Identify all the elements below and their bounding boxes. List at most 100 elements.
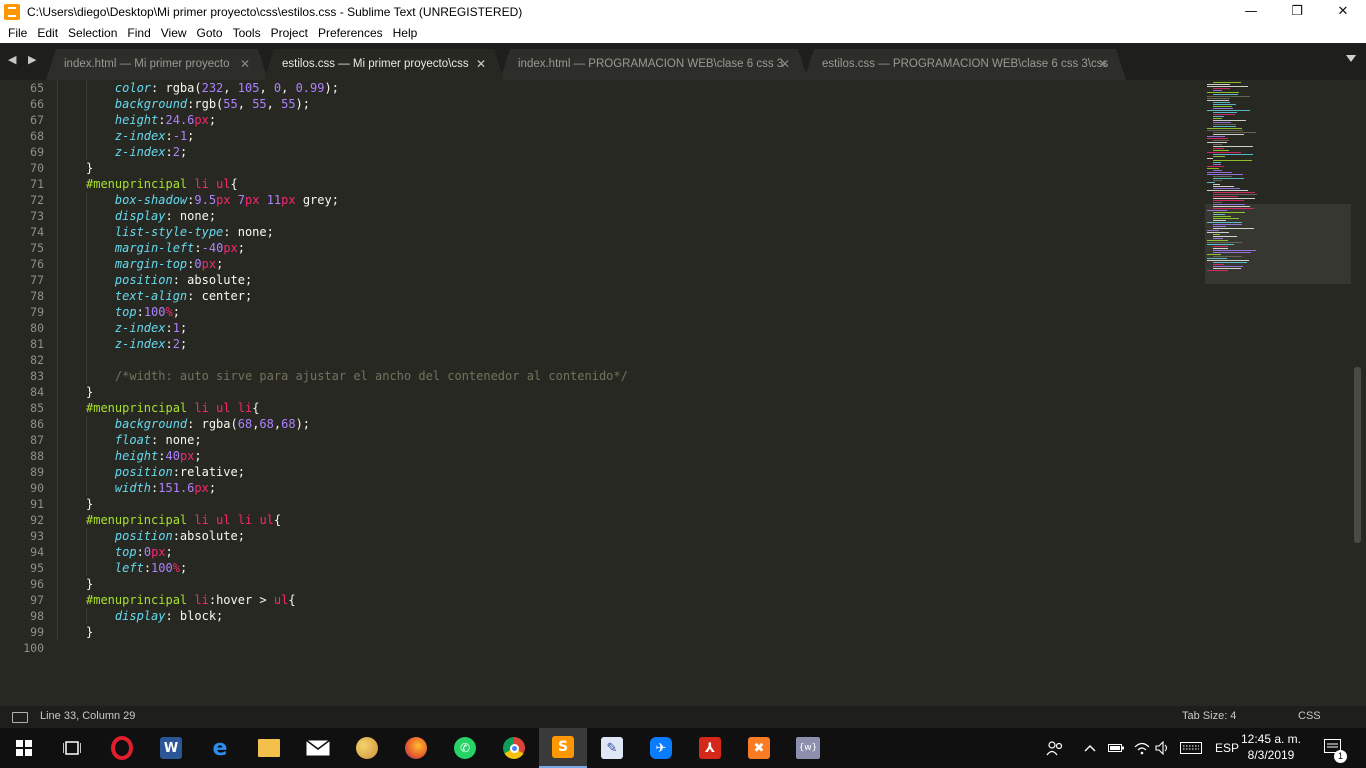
battery-icon[interactable] bbox=[1108, 728, 1124, 768]
sublime-text-icon bbox=[4, 3, 20, 20]
tab-size[interactable]: Tab Size: 4 bbox=[1182, 710, 1236, 722]
tab-close-icon[interactable]: ✕ bbox=[1098, 57, 1108, 71]
minimap-line bbox=[1213, 178, 1244, 179]
line-number: 92 bbox=[30, 513, 44, 527]
tab-estilos-css-mi-primer[interactable]: estilos.css — Mi primer proyecto\css ✕ bbox=[264, 49, 504, 80]
minimap-line bbox=[1213, 218, 1239, 219]
minimize-button[interactable]: — bbox=[1228, 0, 1274, 23]
line-number: 81 bbox=[30, 337, 44, 351]
menu-edit[interactable]: Edit bbox=[32, 26, 63, 40]
line-number: 91 bbox=[30, 497, 44, 511]
minimap-line bbox=[1213, 148, 1224, 149]
start-button[interactable] bbox=[0, 728, 48, 768]
taskbar-messenger[interactable]: ✈ bbox=[637, 728, 685, 768]
taskbar-acrobat[interactable]: ⅄ bbox=[686, 728, 734, 768]
code-line: position: absolute; bbox=[114, 273, 253, 287]
code-line: top:0px; bbox=[114, 545, 173, 559]
line-number: 79 bbox=[30, 305, 44, 319]
minimap-line bbox=[1213, 186, 1234, 187]
minimap-line bbox=[1213, 200, 1244, 201]
minimap-line bbox=[1207, 240, 1228, 241]
volume-icon[interactable] bbox=[1155, 728, 1171, 768]
taskbar-chrome[interactable] bbox=[490, 728, 538, 768]
taskbar-xampp[interactable]: ✖ bbox=[735, 728, 783, 768]
taskbar-sublime-text[interactable]: S bbox=[539, 728, 587, 768]
tab-nav-arrows[interactable]: ◀ ▶ bbox=[8, 53, 40, 66]
minimap-line bbox=[1207, 172, 1232, 173]
menu-selection[interactable]: Selection bbox=[63, 26, 122, 40]
minimap-line bbox=[1213, 214, 1225, 215]
notification-center-icon[interactable]: 1 bbox=[1324, 728, 1347, 768]
task-view-button[interactable] bbox=[48, 728, 96, 768]
minimap-line bbox=[1213, 220, 1226, 221]
chevron-up-icon[interactable] bbox=[1084, 728, 1096, 768]
tab-index-html-programacion[interactable]: index.html — PROGRAMACION WEB\clase 6 cs… bbox=[500, 49, 808, 80]
tab-close-icon[interactable]: ✕ bbox=[780, 57, 790, 71]
code-editor[interactable]: 65 66 67 68 69 70 71 72 73 74 75 76 77 7… bbox=[0, 80, 1366, 706]
input-language[interactable]: ESP bbox=[1215, 728, 1239, 768]
taskbar-mail[interactable] bbox=[294, 728, 342, 768]
code-line: color: rgba(232, 105, 0, 0.99); bbox=[114, 81, 339, 95]
wifi-icon[interactable] bbox=[1134, 728, 1150, 768]
menu-goto[interactable]: Goto bbox=[192, 26, 228, 40]
minimap-line bbox=[1207, 222, 1242, 223]
tab-close-icon[interactable]: ✕ bbox=[240, 57, 250, 71]
minimap-line bbox=[1207, 230, 1219, 231]
menu-preferences[interactable]: Preferences bbox=[313, 26, 388, 40]
maximize-button[interactable]: ❐ bbox=[1274, 0, 1320, 23]
taskbar-edge[interactable]: e bbox=[196, 728, 244, 768]
taskbar-editor-app[interactable]: ✎ bbox=[588, 728, 636, 768]
line-number: 95 bbox=[30, 561, 44, 575]
menu-find[interactable]: Find bbox=[122, 26, 155, 40]
minimap-line bbox=[1213, 224, 1242, 225]
minimap-line bbox=[1213, 162, 1221, 163]
tab-index-html-mi-primer[interactable]: index.html — Mi primer proyecto ✕ bbox=[46, 49, 268, 80]
code-line: margin-top:0px; bbox=[114, 257, 224, 271]
syntax-mode[interactable]: CSS bbox=[1298, 710, 1321, 722]
tab-dropdown-icon[interactable] bbox=[1346, 55, 1356, 62]
minimap-line bbox=[1207, 128, 1242, 129]
taskbar-whatsapp[interactable]: ✆ bbox=[441, 728, 489, 768]
menu-bar: File Edit Selection Find View Goto Tools… bbox=[0, 23, 1366, 43]
line-number: 85 bbox=[30, 401, 44, 415]
taskbar-paint[interactable] bbox=[343, 728, 391, 768]
minimap-line bbox=[1207, 210, 1227, 211]
close-button[interactable]: ✕ bbox=[1320, 0, 1366, 23]
minimap-line bbox=[1207, 166, 1224, 167]
minimap-line bbox=[1207, 182, 1215, 183]
vertical-scrollbar[interactable] bbox=[1354, 367, 1361, 543]
taskbar-firefox[interactable] bbox=[392, 728, 440, 768]
tab-estilos-css-programacion[interactable]: estilos.css — PROGRAMACION WEB\clase 6 c… bbox=[804, 49, 1126, 80]
menu-file[interactable]: File bbox=[3, 26, 32, 40]
task-view-icon bbox=[63, 741, 81, 755]
taskbar-opera[interactable] bbox=[98, 728, 146, 768]
minimap-line bbox=[1213, 204, 1245, 205]
code-line: } bbox=[86, 497, 94, 511]
menu-project[interactable]: Project bbox=[266, 26, 313, 40]
taskbar-word[interactable]: W bbox=[147, 728, 195, 768]
taskbar-wamp[interactable]: {w} bbox=[784, 728, 832, 768]
minimap-line bbox=[1207, 242, 1242, 243]
system-clock[interactable]: 12:45 a. m. 8/3/2019 bbox=[1238, 731, 1304, 763]
keyboard-icon[interactable] bbox=[1180, 728, 1202, 768]
tab-bar: ◀ ▶ index.html — Mi primer proyecto ✕ in… bbox=[0, 43, 1366, 80]
line-number: 97 bbox=[30, 593, 44, 607]
panel-toggle-icon[interactable] bbox=[12, 712, 28, 723]
xampp-icon: ✖ bbox=[748, 737, 770, 759]
code-line: top:100%; bbox=[114, 305, 180, 319]
menu-help[interactable]: Help bbox=[388, 26, 423, 40]
windows-logo-icon bbox=[16, 740, 32, 756]
menu-tools[interactable]: Tools bbox=[228, 26, 266, 40]
people-icon[interactable] bbox=[1046, 728, 1064, 768]
cursor-position[interactable]: Line 33, Column 29 bbox=[40, 710, 135, 722]
tab-label: index.html — PROGRAMACION WEB\clase 6 cs… bbox=[518, 58, 784, 70]
taskbar-file-explorer[interactable] bbox=[245, 728, 293, 768]
line-number: 86 bbox=[30, 417, 44, 431]
line-number: 73 bbox=[30, 209, 44, 223]
minimap[interactable] bbox=[1205, 80, 1351, 706]
minimap-line bbox=[1213, 144, 1222, 145]
menu-view[interactable]: View bbox=[156, 26, 192, 40]
tab-close-icon[interactable]: ✕ bbox=[476, 57, 486, 71]
code-line: } bbox=[86, 577, 94, 591]
code-line: #menuprincipal li ul li ul{ bbox=[86, 513, 282, 527]
